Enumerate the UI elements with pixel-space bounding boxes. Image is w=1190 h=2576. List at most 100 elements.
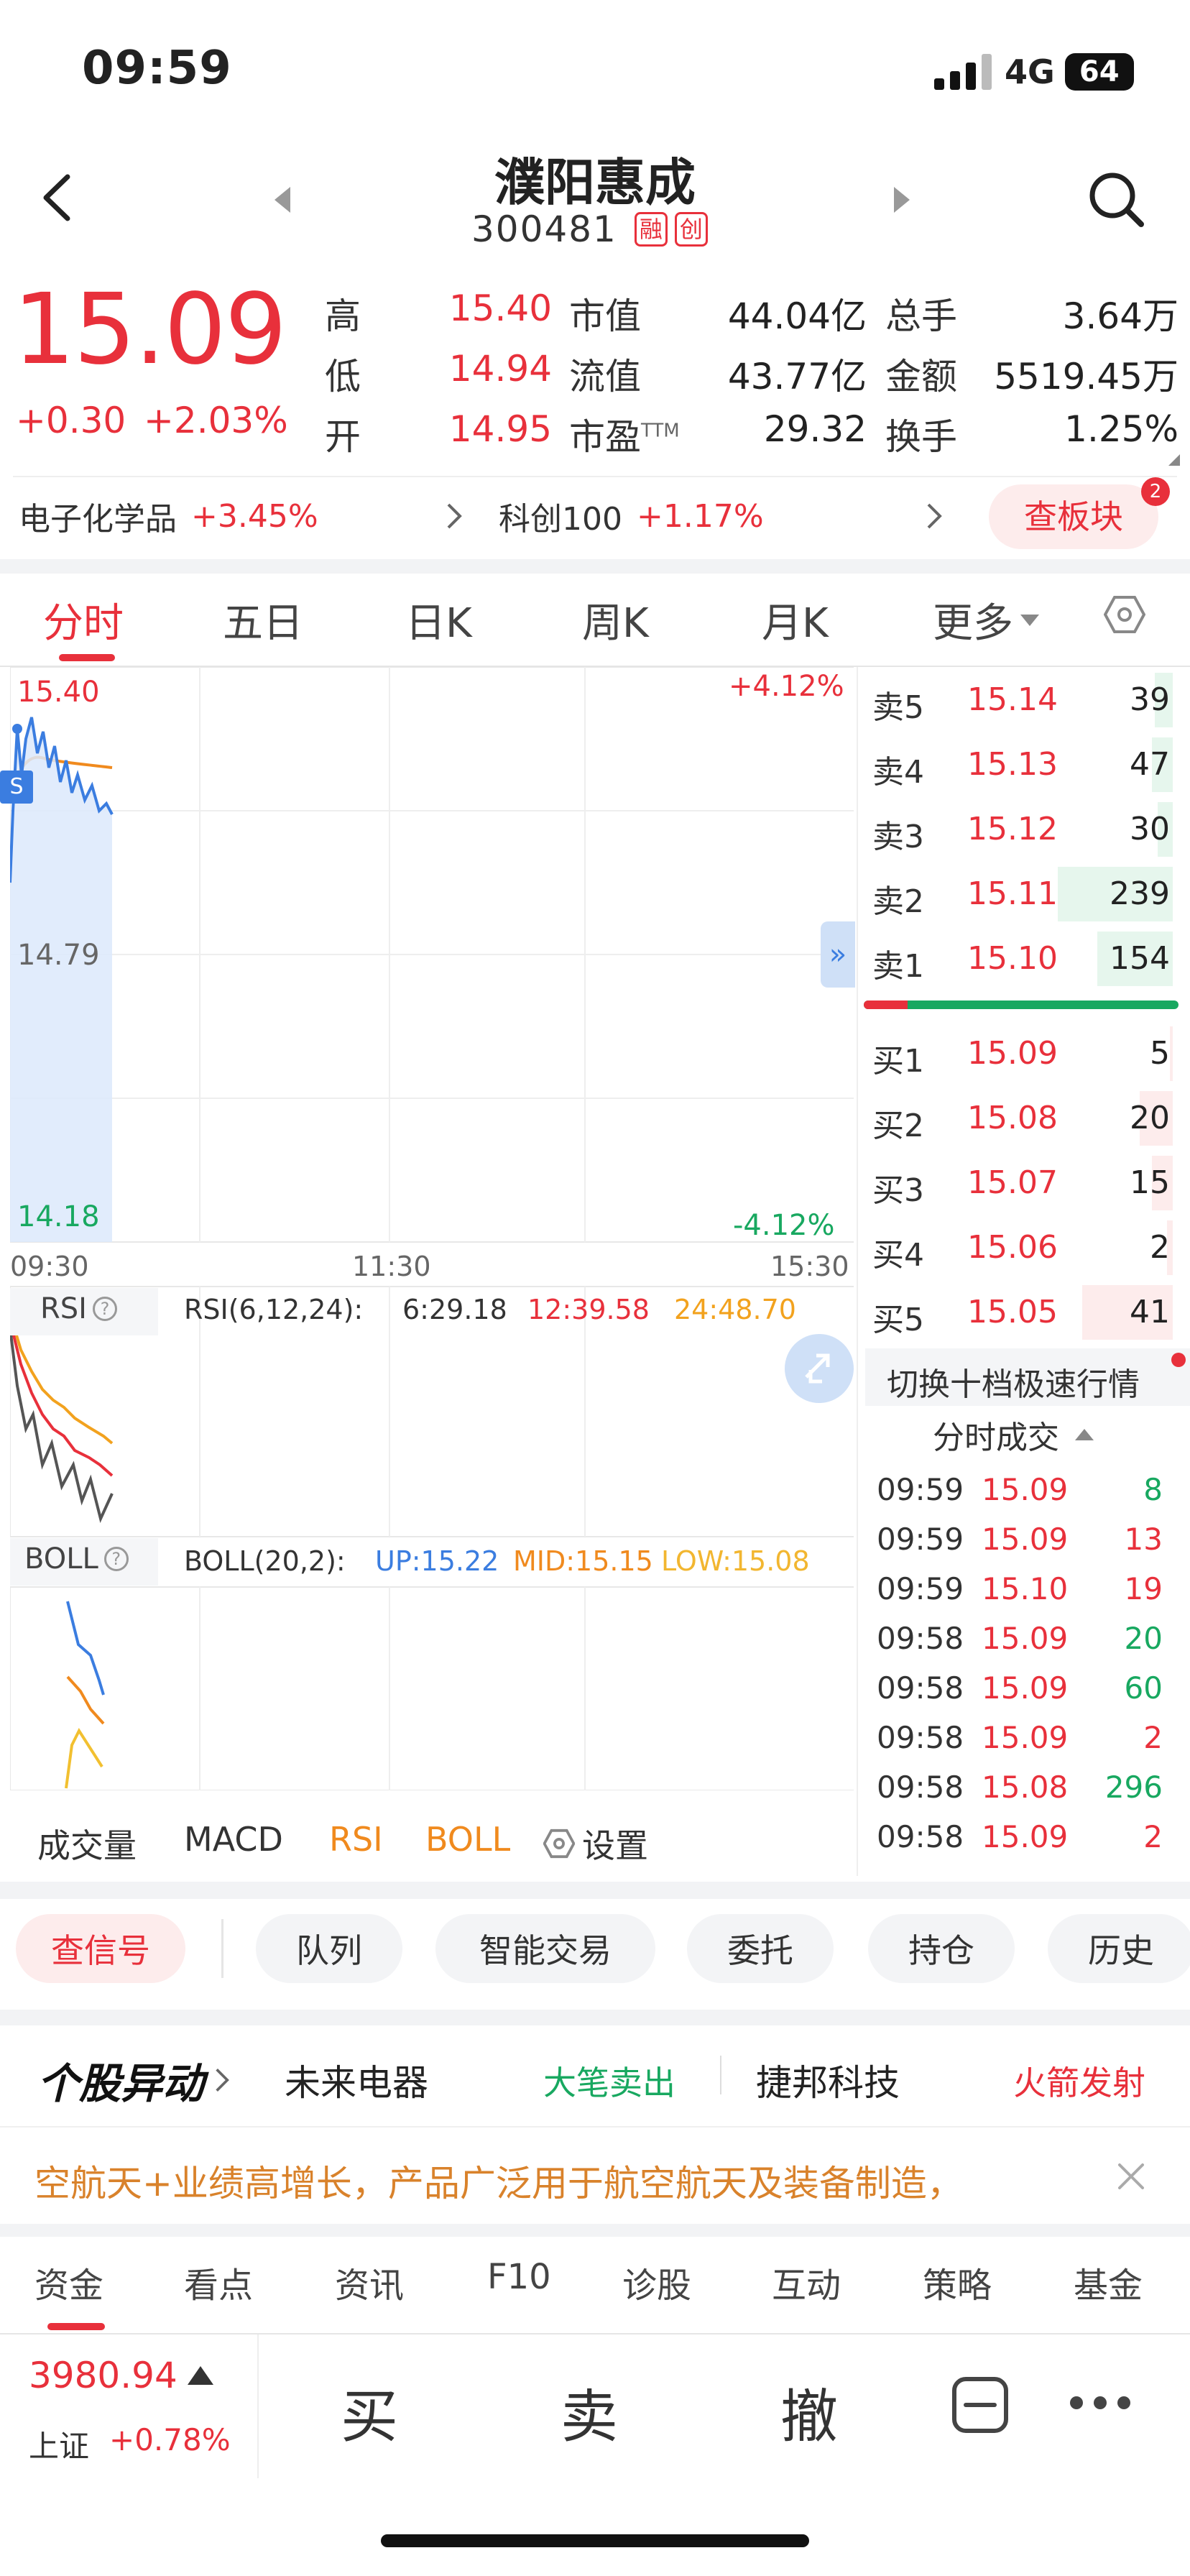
sell-level-row[interactable]: 卖1 15.10 154 <box>870 927 1179 990</box>
star-board-badge: 创 <box>674 212 708 247</box>
section-gap <box>0 559 1190 574</box>
close-icon[interactable] <box>1115 2161 1147 2192</box>
battery-icon: 64 <box>1064 53 1134 91</box>
indicator-tab-volume[interactable]: 成交量 <box>37 1820 137 1867</box>
index-widget[interactable]: 3980.94 <box>29 2355 215 2396</box>
level-price: 15.07 <box>967 1164 1058 1201</box>
trade-price: 15.10 <box>982 1571 1069 1606</box>
trade-row: 09:58 15.09 20 <box>875 1614 1177 1663</box>
news-item-1-name[interactable]: 未来电器 <box>285 2054 428 2106</box>
view-sector-button[interactable]: 查板块 <box>989 484 1158 549</box>
level-volume: 154 <box>1110 940 1170 977</box>
bottom-tab-indicator <box>47 2323 105 2330</box>
sector-pct: +3.45% <box>191 497 318 535</box>
indicator-settings-button[interactable]: 设置 <box>543 1820 648 1867</box>
tab-five-day[interactable]: 五日 <box>223 591 303 649</box>
more-corner-icon <box>1168 454 1180 466</box>
expand-orderbook-handle[interactable]: » <box>821 921 855 988</box>
stat-value: 3.64万 <box>1062 295 1179 337</box>
margin-badge: 融 <box>634 212 668 247</box>
level-label: 卖3 <box>872 819 924 855</box>
trade-time: 09:58 <box>877 1720 964 1755</box>
fullscreen-icon[interactable] <box>785 1334 854 1403</box>
intraday-chart[interactable] <box>10 667 854 1790</box>
tab-monthly-k[interactable]: 月K <box>762 591 829 649</box>
indicator-tab-macd[interactable]: MACD <box>184 1820 283 1859</box>
trade-row: 09:58 15.09 2 <box>875 1812 1177 1862</box>
tab-highlights[interactable]: 看点 <box>184 2257 253 2307</box>
boll-label: BOLL ? <box>24 1542 129 1576</box>
trades-title: 分时成交 <box>933 1420 1059 1456</box>
settings-hex-icon[interactable] <box>1104 594 1145 635</box>
level-volume: 39 <box>1130 681 1170 718</box>
help-icon[interactable]: ? <box>92 1297 117 1321</box>
buy-level-row[interactable]: 买4 15.06 2 <box>870 1216 1179 1279</box>
more-dots-icon[interactable] <box>1068 2392 1133 2414</box>
level-volume: 30 <box>1130 811 1170 847</box>
orders-button[interactable]: 委托 <box>687 1914 834 1983</box>
rsi-24-value: 24:48.70 <box>674 1294 796 1325</box>
stat-label: 金额 <box>885 356 957 397</box>
caret-up-icon <box>1075 1429 1094 1440</box>
switch-ten-level-button[interactable]: 切换十档极速行情 <box>865 1348 1190 1406</box>
positions-button[interactable]: 持仓 <box>868 1914 1015 1983</box>
sell-level-row[interactable]: 卖5 15.14 39 <box>870 668 1179 732</box>
stock-anomaly-title: 个股异动 <box>37 2059 205 2108</box>
stock-code-row: 300481 融 创 <box>471 208 708 250</box>
sell-level-row[interactable]: 卖3 15.12 30 <box>870 798 1179 861</box>
status-icons: 4G 64 <box>934 50 1134 93</box>
trade-row: 09:58 15.09 60 <box>875 1663 1177 1713</box>
tab-fund[interactable]: 基金 <box>1074 2257 1143 2307</box>
check-signal-button[interactable]: 查信号 <box>16 1914 185 1983</box>
boll-name: BOLL <box>24 1542 98 1576</box>
x-axis-end: 15:30 <box>770 1251 849 1282</box>
stock-anomaly-link[interactable]: 个股异动 <box>37 2050 230 2110</box>
buy-level-row[interactable]: 买3 15.07 15 <box>870 1151 1179 1215</box>
signal-icon <box>934 54 992 90</box>
news-banner-text[interactable]: 空航天+业绩高增长，产品广泛用于航空航天及装备制造， <box>34 2155 1091 2207</box>
trade-price: 15.09 <box>982 1720 1069 1755</box>
history-button[interactable]: 历史 <box>1048 1914 1190 1983</box>
tab-interaction[interactable]: 互动 <box>772 2257 841 2307</box>
news-item-2-name[interactable]: 捷邦科技 <box>756 2054 900 2106</box>
sell-button[interactable]: 卖 <box>561 2370 618 2454</box>
level-volume: 41 <box>1130 1294 1170 1330</box>
level-label: 卖5 <box>872 689 924 726</box>
tab-diagnosis[interactable]: 诊股 <box>622 2257 691 2307</box>
bottom-tabs-divider <box>0 2333 1190 2334</box>
indicator-tab-rsi[interactable]: RSI <box>329 1820 383 1859</box>
trade-volume: 2 <box>1143 1720 1163 1755</box>
tab-weekly-k[interactable]: 周K <box>582 591 649 649</box>
tab-funds[interactable]: 资金 <box>34 2257 103 2307</box>
sell-level-row[interactable]: 卖4 15.13 47 <box>870 733 1179 796</box>
buy-button[interactable]: 买 <box>341 2370 398 2454</box>
tab-intraday[interactable]: 分时 <box>43 591 124 649</box>
next-stock-icon[interactable] <box>891 185 913 214</box>
sector-item-1[interactable]: 电子化学品 +3.45% <box>19 494 318 538</box>
sector-item-2[interactable]: 科创100 +1.17% <box>499 494 764 538</box>
queue-button[interactable]: 队列 <box>256 1914 402 1983</box>
tab-daily-k[interactable]: 日K <box>405 591 472 649</box>
sell-level-row[interactable]: 卖2 15.11 239 <box>870 862 1179 926</box>
tab-news[interactable]: 资讯 <box>335 2257 404 2307</box>
buy-level-row[interactable]: 买1 15.09 5 <box>870 1022 1179 1085</box>
signal-s-marker[interactable]: S <box>0 770 33 804</box>
cancel-order-button[interactable]: 撤 <box>780 2370 838 2454</box>
trade-volume: 20 <box>1124 1621 1163 1656</box>
news-item-1-tag: 大笔卖出 <box>543 2064 675 2102</box>
stat-label: 低 <box>325 356 361 397</box>
tab-more[interactable]: 更多 <box>933 591 1041 649</box>
buy-level-row[interactable]: 买2 15.08 20 <box>870 1087 1179 1150</box>
smart-trade-button[interactable]: 智能交易 <box>435 1914 655 1983</box>
rsi-6-value: 6:29.18 <box>402 1294 507 1325</box>
stat-value: 43.77亿 <box>727 356 867 397</box>
minimize-icon[interactable] <box>951 2376 1009 2434</box>
buy-level-row[interactable]: 买5 15.05 41 <box>870 1281 1179 1344</box>
trades-header[interactable]: 分时成交 <box>933 1412 1095 1458</box>
search-icon[interactable] <box>1087 170 1145 229</box>
indicator-tab-boll[interactable]: BOLL <box>425 1820 510 1859</box>
help-icon[interactable]: ? <box>103 1547 129 1571</box>
trade-row: 09:58 15.08 296 <box>875 1762 1177 1812</box>
tab-strategy[interactable]: 策略 <box>923 2257 992 2307</box>
tab-f10[interactable]: F10 <box>487 2257 551 2297</box>
